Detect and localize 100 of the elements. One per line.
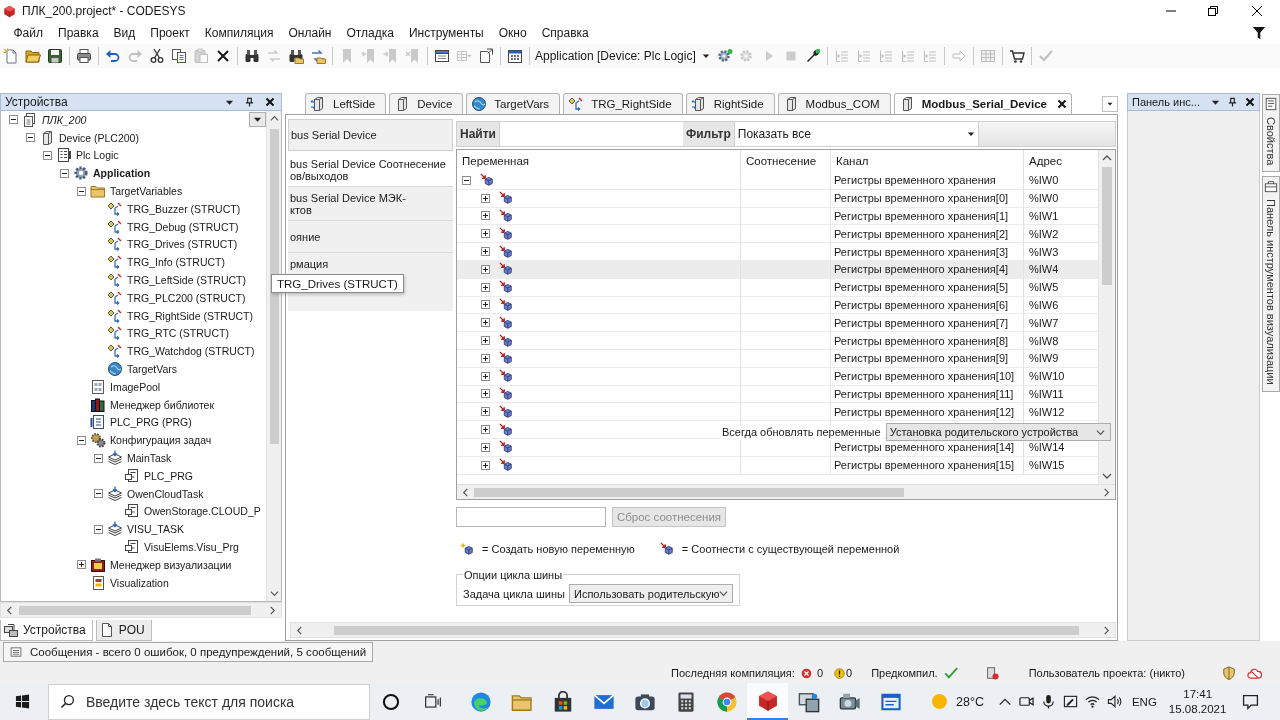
pin-icon[interactable]	[1228, 97, 1237, 107]
speaker-icon[interactable]	[1106, 694, 1122, 709]
panel-tab[interactable]: POU	[95, 620, 152, 641]
tree-item[interactable]: ImagePool	[110, 380, 161, 393]
side-tab[interactable]: Панель инструментов визуализации	[1262, 176, 1280, 392]
application-dropdown[interactable]: Application [Device: Plc Logic]	[533, 46, 714, 66]
shield-icon[interactable]	[1222, 666, 1236, 680]
table-row[interactable]: Регистры временного хранения[7] %IW7	[457, 314, 1098, 333]
tree-item[interactable]: Application	[93, 167, 151, 180]
menu-item[interactable]: Проект	[142, 24, 198, 42]
plus-box-icon[interactable]	[481, 229, 490, 239]
tree-item[interactable]: OwenCloudTask	[127, 487, 204, 500]
table-row[interactable]: Регистры временного хранения[9] %IW9	[457, 349, 1098, 368]
menu-item[interactable]: Отладка	[339, 24, 402, 42]
editor-tab[interactable]: TargetVars	[466, 93, 561, 114]
editor-tab[interactable]: Modbus_Serial_Device	[893, 93, 1072, 114]
menu-item[interactable]: Компиляция	[197, 24, 281, 42]
plus-box-icon[interactable]	[481, 318, 490, 328]
plus-box-icon[interactable]	[481, 389, 490, 399]
tree-item[interactable]: TRG_LeftSide (STRUCT)	[127, 274, 247, 287]
chevron-down-icon[interactable]	[1102, 471, 1112, 481]
section-item[interactable]: ояние	[288, 221, 453, 253]
minus-box-icon[interactable]	[60, 168, 69, 178]
printer-icon[interactable]	[76, 48, 92, 64]
chevron-right-icon[interactable]	[1102, 625, 1111, 635]
tree-item[interactable]: VISU_TASK	[127, 523, 184, 536]
close-icon[interactable]	[265, 97, 275, 107]
video-icon[interactable]	[1018, 694, 1034, 709]
tree-item[interactable]: TRG_RTC (STRUCT)	[127, 327, 229, 340]
minus-box-icon[interactable]	[26, 133, 35, 143]
tree-item[interactable]: Менеджер библиотек	[110, 398, 214, 411]
tablet-pen-icon[interactable]	[1062, 694, 1078, 709]
tree-item[interactable]: Device (PLC200)	[59, 131, 139, 144]
tree-item[interactable]: TRG_Buzzer (STRUCT)	[127, 202, 241, 215]
column-header[interactable]: Соотнесение	[741, 150, 831, 172]
text-field[interactable]	[456, 507, 606, 527]
swap-folder-icon[interactable]	[310, 48, 326, 64]
menu-item[interactable]: Инструменты	[401, 24, 492, 42]
tree-item[interactable]: PLC_PRG (PRG)	[110, 416, 192, 429]
vertical-scrollbar[interactable]	[1098, 150, 1115, 484]
table-row[interactable]: Регистры временного хранения[8] %IW8	[457, 332, 1098, 350]
scrollbar-thumb[interactable]	[19, 605, 251, 615]
table-row[interactable]: Регистры временного хранения[12] %IW12	[457, 403, 1098, 422]
scrollbar-thumb[interactable]	[474, 487, 904, 497]
editor-tab[interactable]: LeftSide	[305, 93, 387, 114]
tree-item[interactable]: TRG_RightSide (STRUCT)	[127, 309, 254, 322]
scrollbar-thumb[interactable]	[1102, 167, 1112, 285]
menu-item[interactable]: Правка	[50, 24, 107, 42]
plus-box-icon[interactable]	[481, 336, 490, 346]
binoculars-icon[interactable]	[244, 48, 260, 64]
clock-time[interactable]: 17:41	[1183, 686, 1213, 702]
dropdown-button[interactable]	[249, 112, 266, 127]
column-header[interactable]: Переменная	[457, 150, 741, 172]
scrollbar-thumb[interactable]	[269, 129, 279, 444]
chevron-right-icon[interactable]	[268, 605, 277, 615]
minus-box-icon[interactable]	[94, 489, 103, 499]
plus-box-icon[interactable]	[481, 353, 490, 363]
menu-item[interactable]: Файл	[6, 24, 51, 42]
side-tab[interactable]: Свойства	[1262, 94, 1280, 173]
copy-icon[interactable]	[171, 48, 187, 64]
tree-item[interactable]: MainTask	[127, 452, 172, 465]
pin-icon[interactable]	[245, 97, 254, 107]
tree-item[interactable]: Visualization	[110, 576, 169, 589]
tree-item[interactable]: Менеджер визуализации	[110, 558, 232, 571]
restore-icon[interactable]	[1208, 6, 1218, 16]
table-row[interactable]: Регистры временного хранения %IW0	[457, 172, 1098, 190]
plus-box-icon[interactable]	[481, 407, 490, 417]
plus-box-icon[interactable]	[481, 282, 490, 292]
clock-date[interactable]: 15.08.2021	[1168, 701, 1227, 717]
minus-box-icon[interactable]	[43, 151, 52, 160]
horizontal-scrollbar[interactable]	[0, 602, 282, 618]
tree-item[interactable]: TRG_Drives (STRUCT)	[127, 238, 238, 251]
scrollbar-thumb[interactable]	[334, 625, 1079, 635]
menu-item[interactable]: Окно	[491, 24, 535, 42]
wifi-icon[interactable]	[1084, 694, 1100, 709]
table-row[interactable]: Регистры временного хранения[0] %IW0	[457, 189, 1098, 208]
chevron-up-icon[interactable]	[269, 114, 279, 123]
language-indicator[interactable]: ENG	[1131, 695, 1157, 708]
save-icon[interactable]	[47, 48, 63, 64]
tree-item[interactable]: Конфигурация задач	[110, 434, 212, 447]
table-row[interactable]: Регистры временного хранения[3] %IW3	[457, 243, 1098, 261]
gear-dot-icon[interactable]	[716, 48, 733, 64]
taskbar-search-field[interactable]: Введите здесь текст для поиска	[48, 683, 370, 720]
plus-box-icon[interactable]	[481, 442, 490, 452]
chevron-left-icon[interactable]	[461, 487, 470, 497]
tree-item[interactable]: TRG_Info (STRUCT)	[127, 256, 225, 269]
close-icon[interactable]	[1252, 6, 1262, 16]
tree-item[interactable]: TargetVariables	[110, 185, 183, 198]
tree-item[interactable]: OwenStorage.CLOUD_P	[144, 505, 261, 518]
panel-tab[interactable]: Устройства	[0, 620, 93, 641]
scissors-icon[interactable]	[149, 48, 165, 64]
horizontal-scrollbar[interactable]	[290, 622, 1116, 638]
section-item[interactable]: bus Serial Device	[288, 119, 453, 151]
editor-tab[interactable]: TRG_RightSide	[563, 93, 683, 114]
tree-item[interactable]: PLC_PRG	[144, 469, 194, 482]
tree-item[interactable]: ПЛК_200	[42, 113, 87, 126]
minus-box-icon[interactable]	[462, 175, 471, 185]
minus-box-icon[interactable]	[94, 524, 103, 534]
section-item[interactable]: рмация	[288, 253, 453, 275]
tree-item[interactable]: TRG_Debug (STRUCT)	[127, 220, 239, 233]
